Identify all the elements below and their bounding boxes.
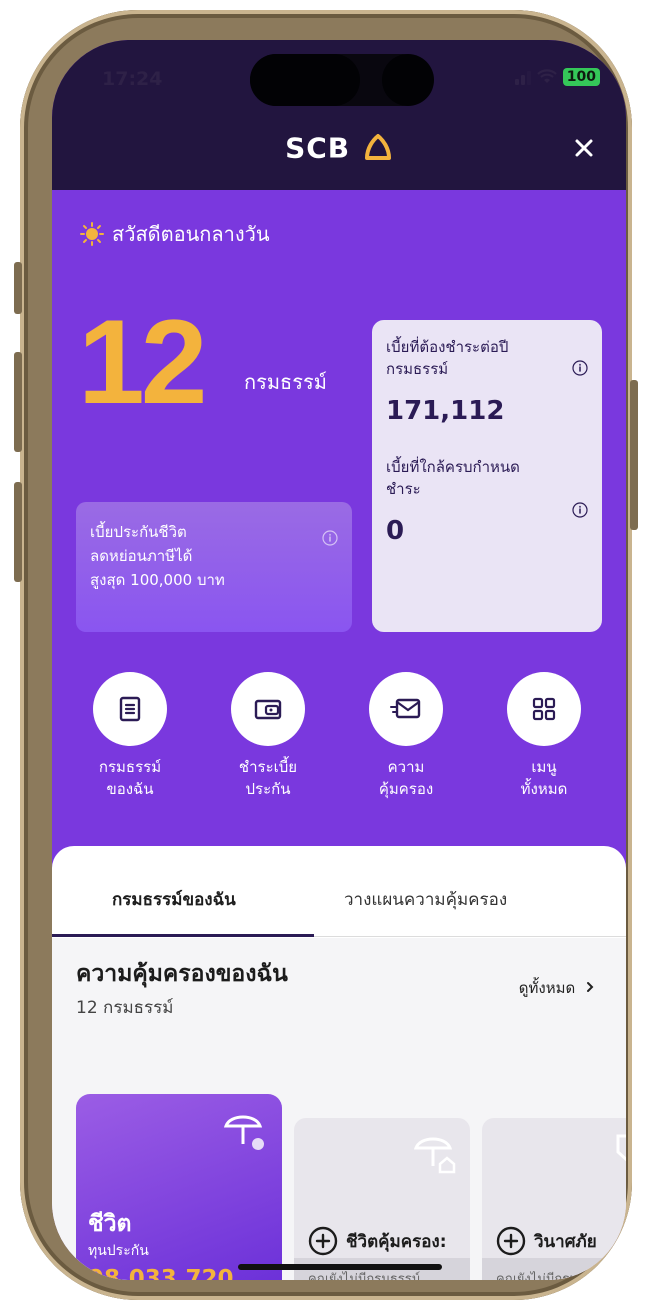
grid-icon bbox=[532, 697, 556, 721]
see-all-label: ดูทั้งหมด bbox=[518, 979, 576, 997]
front-camera bbox=[382, 54, 434, 106]
add-coverage-label: วินาศภัย bbox=[534, 1231, 597, 1252]
info-icon[interactable] bbox=[572, 360, 588, 376]
coverage-card-footer: คุณยังไม่มีกรม bbox=[482, 1258, 626, 1280]
coverage-card-life[interactable]: ชีวิต ทุนประกัน 98,033,720 bbox=[76, 1094, 282, 1280]
quick-action-label: ชำระเบี้ย bbox=[238, 758, 298, 776]
due-soon-value: 0 bbox=[386, 516, 405, 546]
umbrella-icon bbox=[223, 1115, 264, 1150]
premium-summary-card: เบี้ยที่ต้องชำระต่อปี กรมธรรม์ 171,112 เ… bbox=[372, 320, 602, 632]
coverage-card-label: ชีวิต bbox=[88, 1211, 132, 1237]
quick-action-my-policies[interactable]: กรมธรรม์ ของฉัน bbox=[70, 672, 190, 800]
quick-action-circle bbox=[369, 672, 443, 746]
side-button bbox=[14, 482, 22, 582]
quick-action-circle bbox=[93, 672, 167, 746]
status-time: 17:24 bbox=[102, 68, 163, 90]
greeting: สวัสดีตอนกลางวัน bbox=[80, 218, 270, 250]
tax-note-line: เบี้ยประกันชีวิต bbox=[90, 523, 187, 541]
annual-premium-value: 171,112 bbox=[386, 396, 505, 426]
label-line: ชำระ bbox=[386, 480, 421, 498]
quick-action-all-menu[interactable]: เมนู ทั้งหมด bbox=[484, 672, 604, 800]
top-bar: 17:24 100 SCB bbox=[52, 40, 626, 190]
add-coverage-label: ชีวิตคุ้มครอง: bbox=[346, 1231, 447, 1252]
greeting-text: สวัสดีตอนกลางวัน bbox=[112, 222, 270, 246]
coverage-subtitle: 12 กรมธรรม์ bbox=[76, 998, 174, 1018]
quick-action-label: เมนู bbox=[531, 758, 557, 776]
tab-bar: กรมธรรม์ของฉัน วางแผนความคุ้มครอง bbox=[52, 846, 626, 938]
label-line: เบี้ยที่ต้องชำระต่อปี bbox=[386, 338, 509, 356]
plus-circle-icon bbox=[496, 1226, 526, 1256]
label-line: เบี้ยที่ใกล้ครบกำหนด bbox=[386, 458, 520, 476]
quick-action-label: ของฉัน bbox=[106, 780, 154, 798]
document-icon bbox=[119, 696, 141, 722]
plus-circle-icon bbox=[308, 1226, 338, 1256]
logo-text: SCB bbox=[285, 131, 351, 165]
info-icon[interactable] bbox=[572, 502, 588, 518]
add-coverage-cta[interactable]: วินาศภัย bbox=[496, 1226, 597, 1256]
tab-my-policies[interactable]: กรมธรรม์ของฉัน bbox=[112, 886, 236, 913]
quick-action-label: ประกัน bbox=[245, 780, 291, 798]
info-icon[interactable] bbox=[322, 530, 338, 546]
tab-plan-coverage[interactable]: วางแผนความคุ้มครอง bbox=[344, 886, 507, 913]
side-button bbox=[14, 352, 22, 452]
quick-action-coverage[interactable]: ความ คุ้มครอง bbox=[346, 672, 466, 800]
due-soon-label: เบี้ยที่ใกล้ครบกำหนด ชำระ bbox=[386, 456, 556, 500]
see-all-link[interactable]: ดูทั้งหมด bbox=[519, 976, 596, 1000]
side-button bbox=[14, 262, 22, 314]
mail-icon bbox=[390, 698, 421, 719]
scb-logo: SCB bbox=[52, 130, 626, 165]
dynamic-island-pill bbox=[250, 54, 360, 106]
shield-icon bbox=[616, 1134, 626, 1162]
content-panel: กรมธรรม์ของฉัน วางแผนความคุ้มครอง ความคุ… bbox=[52, 846, 626, 1280]
status-icons: 100 bbox=[514, 68, 600, 86]
label-line: กรมธรรม์ bbox=[386, 360, 449, 378]
sun-icon bbox=[80, 222, 104, 246]
umbrella-home-icon bbox=[413, 1137, 456, 1174]
chevron-right-icon bbox=[587, 982, 594, 992]
annual-premium-label: เบี้ยที่ต้องชำระต่อปี กรมธรรม์ bbox=[386, 336, 556, 380]
side-button bbox=[630, 380, 638, 530]
quick-action-label: คุ้มครอง bbox=[378, 780, 434, 798]
battery-indicator: 100 bbox=[562, 68, 600, 86]
close-icon[interactable] bbox=[572, 136, 596, 160]
signal-icon bbox=[514, 69, 531, 85]
quick-action-circle bbox=[507, 672, 581, 746]
coverage-card-life-protection[interactable]: ชีวิตคุ้มครอง: คุณยังไม่มีกรมธรรม์ bbox=[294, 1118, 470, 1280]
add-coverage-cta[interactable]: ชีวิตคุ้มครอง: bbox=[308, 1226, 447, 1256]
quick-action-label: ความ bbox=[387, 758, 425, 776]
quick-action-label: กรมธรรม์ bbox=[98, 758, 162, 776]
home-indicator bbox=[238, 1264, 442, 1270]
quick-action-label: ทั้งหมด bbox=[520, 780, 568, 798]
wifi-icon bbox=[537, 69, 557, 83]
coverage-card-sub: ทุนประกัน bbox=[88, 1243, 149, 1259]
quick-action-pay-premium[interactable]: ชำระเบี้ย ประกัน bbox=[208, 672, 328, 800]
quick-action-circle bbox=[231, 672, 305, 746]
coverage-card-nonlife[interactable]: วินาศภัย คุณยังไม่มีกรม bbox=[482, 1118, 626, 1280]
app-screen: 17:24 100 SCB สวัสดีตอนกลางวัน 12 กรมธรร… bbox=[52, 40, 626, 1280]
policy-count: 12 bbox=[78, 295, 207, 429]
bell-logo-icon bbox=[364, 134, 391, 160]
active-tab-indicator bbox=[52, 934, 314, 937]
coverage-card-value: 98,033,720 bbox=[88, 1266, 234, 1280]
tax-note-line: ลดหย่อนภาษีได้ bbox=[90, 547, 193, 565]
tax-deduction-note[interactable]: เบี้ยประกันชีวิต ลดหย่อนภาษีได้ สูงสุด 1… bbox=[76, 502, 352, 632]
policy-count-unit: กรมธรรม์ bbox=[244, 370, 327, 394]
tax-note-line: สูงสุด 100,000 บาท bbox=[90, 571, 225, 589]
wallet-icon bbox=[254, 699, 282, 720]
coverage-title: ความคุ้มครองของฉัน bbox=[76, 961, 288, 987]
